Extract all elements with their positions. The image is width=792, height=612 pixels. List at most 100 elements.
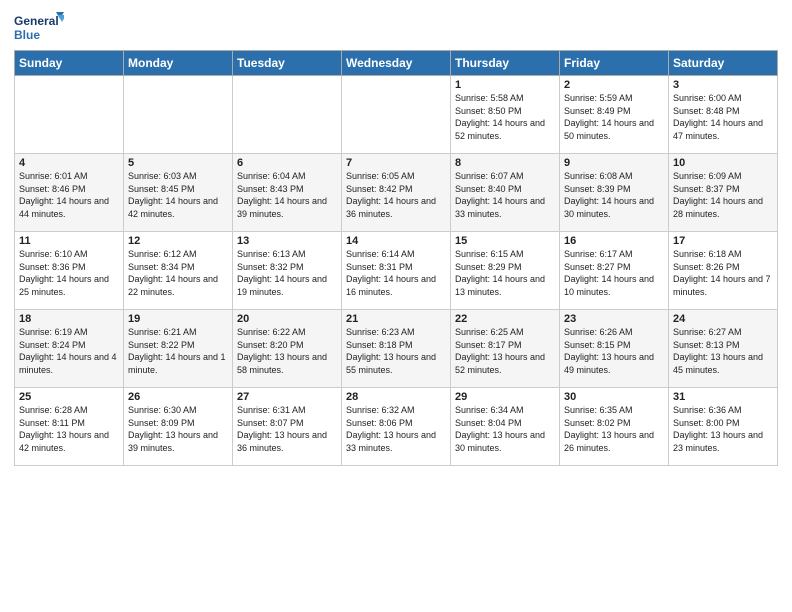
cell-content: Sunrise: 6:01 AMSunset: 8:46 PMDaylight:… <box>19 170 119 220</box>
cell-content: Sunrise: 6:04 AMSunset: 8:43 PMDaylight:… <box>237 170 337 220</box>
day-number: 22 <box>455 313 555 325</box>
week-row-2: 4Sunrise: 6:01 AMSunset: 8:46 PMDaylight… <box>15 154 778 232</box>
cell-content: Sunrise: 6:23 AMSunset: 8:18 PMDaylight:… <box>346 326 446 376</box>
day-number: 4 <box>19 157 119 169</box>
day-number: 16 <box>564 235 664 247</box>
cell-content: Sunrise: 6:36 AMSunset: 8:00 PMDaylight:… <box>673 404 773 454</box>
header-saturday: Saturday <box>669 51 778 76</box>
day-number: 8 <box>455 157 555 169</box>
header-tuesday: Tuesday <box>233 51 342 76</box>
cell-content: Sunrise: 6:19 AMSunset: 8:24 PMDaylight:… <box>19 326 119 376</box>
day-number: 1 <box>455 79 555 91</box>
calendar-cell <box>15 76 124 154</box>
calendar-cell <box>233 76 342 154</box>
week-row-1: 1Sunrise: 5:58 AMSunset: 8:50 PMDaylight… <box>15 76 778 154</box>
calendar-cell: 22Sunrise: 6:25 AMSunset: 8:17 PMDayligh… <box>451 310 560 388</box>
calendar-cell: 25Sunrise: 6:28 AMSunset: 8:11 PMDayligh… <box>15 388 124 466</box>
calendar-cell: 10Sunrise: 6:09 AMSunset: 8:37 PMDayligh… <box>669 154 778 232</box>
calendar-cell: 11Sunrise: 6:10 AMSunset: 8:36 PMDayligh… <box>15 232 124 310</box>
header-wednesday: Wednesday <box>342 51 451 76</box>
cell-content: Sunrise: 6:13 AMSunset: 8:32 PMDaylight:… <box>237 248 337 298</box>
calendar-cell: 28Sunrise: 6:32 AMSunset: 8:06 PMDayligh… <box>342 388 451 466</box>
calendar-cell: 19Sunrise: 6:21 AMSunset: 8:22 PMDayligh… <box>124 310 233 388</box>
cell-content: Sunrise: 6:31 AMSunset: 8:07 PMDaylight:… <box>237 404 337 454</box>
calendar-cell: 31Sunrise: 6:36 AMSunset: 8:00 PMDayligh… <box>669 388 778 466</box>
calendar-cell: 3Sunrise: 6:00 AMSunset: 8:48 PMDaylight… <box>669 76 778 154</box>
day-number: 14 <box>346 235 446 247</box>
calendar-cell: 26Sunrise: 6:30 AMSunset: 8:09 PMDayligh… <box>124 388 233 466</box>
calendar-cell: 9Sunrise: 6:08 AMSunset: 8:39 PMDaylight… <box>560 154 669 232</box>
calendar-cell: 14Sunrise: 6:14 AMSunset: 8:31 PMDayligh… <box>342 232 451 310</box>
calendar-cell: 16Sunrise: 6:17 AMSunset: 8:27 PMDayligh… <box>560 232 669 310</box>
calendar-cell: 27Sunrise: 6:31 AMSunset: 8:07 PMDayligh… <box>233 388 342 466</box>
cell-content: Sunrise: 6:14 AMSunset: 8:31 PMDaylight:… <box>346 248 446 298</box>
cell-content: Sunrise: 6:30 AMSunset: 8:09 PMDaylight:… <box>128 404 228 454</box>
cell-content: Sunrise: 6:08 AMSunset: 8:39 PMDaylight:… <box>564 170 664 220</box>
calendar-cell <box>124 76 233 154</box>
day-number: 11 <box>19 235 119 247</box>
cell-content: Sunrise: 6:35 AMSunset: 8:02 PMDaylight:… <box>564 404 664 454</box>
day-number: 26 <box>128 391 228 403</box>
day-number: 12 <box>128 235 228 247</box>
day-number: 24 <box>673 313 773 325</box>
svg-text:Blue: Blue <box>14 28 40 42</box>
calendar-cell: 21Sunrise: 6:23 AMSunset: 8:18 PMDayligh… <box>342 310 451 388</box>
day-number: 17 <box>673 235 773 247</box>
cell-content: Sunrise: 6:25 AMSunset: 8:17 PMDaylight:… <box>455 326 555 376</box>
cell-content: Sunrise: 6:26 AMSunset: 8:15 PMDaylight:… <box>564 326 664 376</box>
calendar-cell: 4Sunrise: 6:01 AMSunset: 8:46 PMDaylight… <box>15 154 124 232</box>
day-number: 25 <box>19 391 119 403</box>
calendar-cell: 5Sunrise: 6:03 AMSunset: 8:45 PMDaylight… <box>124 154 233 232</box>
header-sunday: Sunday <box>15 51 124 76</box>
header-row-days: SundayMondayTuesdayWednesdayThursdayFrid… <box>15 51 778 76</box>
cell-content: Sunrise: 6:22 AMSunset: 8:20 PMDaylight:… <box>237 326 337 376</box>
calendar-cell: 18Sunrise: 6:19 AMSunset: 8:24 PMDayligh… <box>15 310 124 388</box>
day-number: 13 <box>237 235 337 247</box>
header-friday: Friday <box>560 51 669 76</box>
day-number: 19 <box>128 313 228 325</box>
cell-content: Sunrise: 6:03 AMSunset: 8:45 PMDaylight:… <box>128 170 228 220</box>
day-number: 21 <box>346 313 446 325</box>
calendar-cell: 23Sunrise: 6:26 AMSunset: 8:15 PMDayligh… <box>560 310 669 388</box>
day-number: 28 <box>346 391 446 403</box>
cell-content: Sunrise: 6:27 AMSunset: 8:13 PMDaylight:… <box>673 326 773 376</box>
logo: General Blue <box>14 10 64 46</box>
cell-content: Sunrise: 6:15 AMSunset: 8:29 PMDaylight:… <box>455 248 555 298</box>
cell-content: Sunrise: 6:18 AMSunset: 8:26 PMDaylight:… <box>673 248 773 298</box>
calendar-cell: 15Sunrise: 6:15 AMSunset: 8:29 PMDayligh… <box>451 232 560 310</box>
cell-content: Sunrise: 6:09 AMSunset: 8:37 PMDaylight:… <box>673 170 773 220</box>
logo-svg: General Blue <box>14 10 64 46</box>
day-number: 7 <box>346 157 446 169</box>
calendar-cell: 1Sunrise: 5:58 AMSunset: 8:50 PMDaylight… <box>451 76 560 154</box>
cell-content: Sunrise: 6:07 AMSunset: 8:40 PMDaylight:… <box>455 170 555 220</box>
cell-content: Sunrise: 6:05 AMSunset: 8:42 PMDaylight:… <box>346 170 446 220</box>
calendar-cell: 20Sunrise: 6:22 AMSunset: 8:20 PMDayligh… <box>233 310 342 388</box>
cell-content: Sunrise: 6:28 AMSunset: 8:11 PMDaylight:… <box>19 404 119 454</box>
day-number: 30 <box>564 391 664 403</box>
calendar-cell: 30Sunrise: 6:35 AMSunset: 8:02 PMDayligh… <box>560 388 669 466</box>
day-number: 3 <box>673 79 773 91</box>
calendar-table: SundayMondayTuesdayWednesdayThursdayFrid… <box>14 50 778 466</box>
day-number: 31 <box>673 391 773 403</box>
cell-content: Sunrise: 5:59 AMSunset: 8:49 PMDaylight:… <box>564 92 664 142</box>
cell-content: Sunrise: 6:12 AMSunset: 8:34 PMDaylight:… <box>128 248 228 298</box>
cell-content: Sunrise: 6:21 AMSunset: 8:22 PMDaylight:… <box>128 326 228 376</box>
cell-content: Sunrise: 6:00 AMSunset: 8:48 PMDaylight:… <box>673 92 773 142</box>
cell-content: Sunrise: 6:34 AMSunset: 8:04 PMDaylight:… <box>455 404 555 454</box>
calendar-cell: 8Sunrise: 6:07 AMSunset: 8:40 PMDaylight… <box>451 154 560 232</box>
day-number: 10 <box>673 157 773 169</box>
header-row: General Blue <box>14 10 778 46</box>
calendar-cell: 12Sunrise: 6:12 AMSunset: 8:34 PMDayligh… <box>124 232 233 310</box>
svg-text:General: General <box>14 14 59 28</box>
calendar-cell: 13Sunrise: 6:13 AMSunset: 8:32 PMDayligh… <box>233 232 342 310</box>
calendar-cell: 24Sunrise: 6:27 AMSunset: 8:13 PMDayligh… <box>669 310 778 388</box>
cell-content: Sunrise: 6:10 AMSunset: 8:36 PMDaylight:… <box>19 248 119 298</box>
day-number: 9 <box>564 157 664 169</box>
page-container: General Blue SundayMondayTuesdayWednesda… <box>0 0 792 474</box>
day-number: 20 <box>237 313 337 325</box>
calendar-cell: 2Sunrise: 5:59 AMSunset: 8:49 PMDaylight… <box>560 76 669 154</box>
calendar-cell: 6Sunrise: 6:04 AMSunset: 8:43 PMDaylight… <box>233 154 342 232</box>
day-number: 2 <box>564 79 664 91</box>
cell-content: Sunrise: 6:17 AMSunset: 8:27 PMDaylight:… <box>564 248 664 298</box>
day-number: 29 <box>455 391 555 403</box>
